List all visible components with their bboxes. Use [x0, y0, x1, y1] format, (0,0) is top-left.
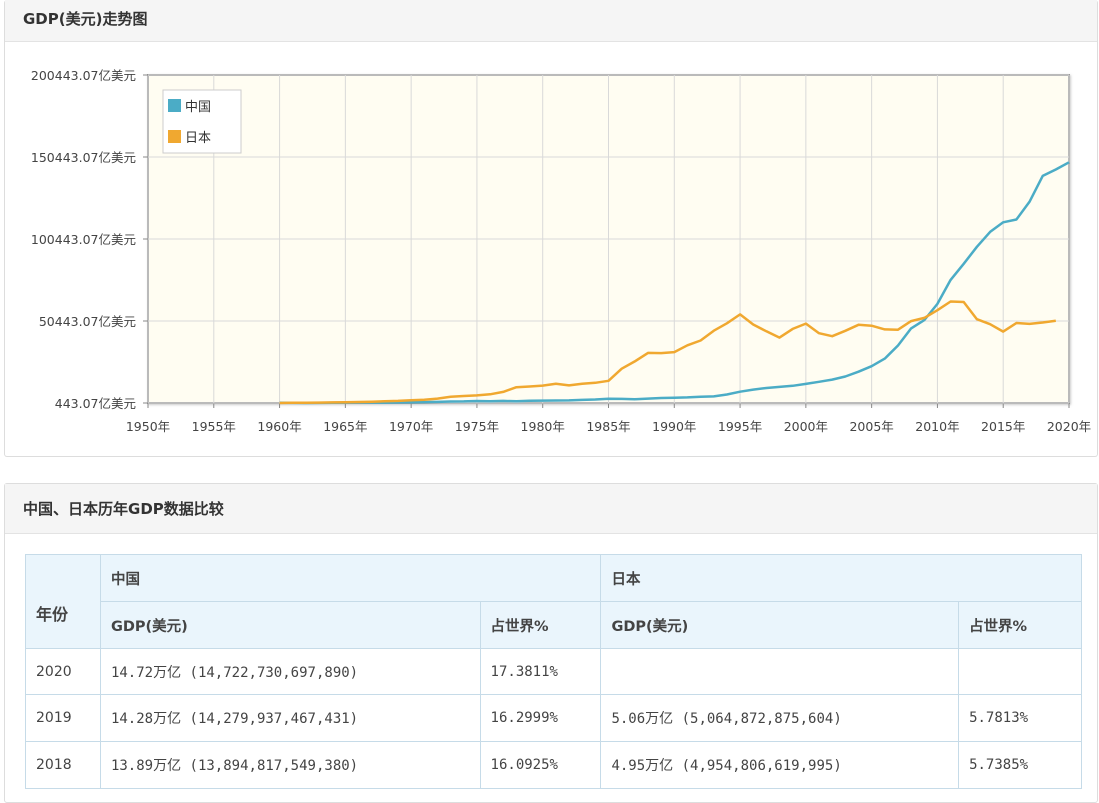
- row-china-share: 17.3811%: [479, 648, 602, 695]
- x-tick-label: 1995年: [718, 419, 762, 434]
- row-china-gdp: 13.89万亿 (13,894,817,549,380): [99, 741, 481, 789]
- row-year: 2019: [25, 694, 101, 742]
- x-tick-label: 1965年: [323, 419, 367, 434]
- table-row: 2020 14.72万亿 (14,722,730,697,890) 17.381…: [25, 648, 1082, 695]
- gdp-comparison-table: 年份 中国 日本 GDP(美元) 占世界% GDP(美元) 占世界% 2020 …: [25, 554, 1082, 789]
- row-japan-share: 5.7385%: [958, 741, 1082, 789]
- x-tick-label: 2020年: [1047, 419, 1091, 434]
- table-panel-title: 中国、日本历年GDP数据比较: [5, 484, 1097, 534]
- table-panel: 中国、日本历年GDP数据比较 年份 中国 日本 GDP(美元) 占世界% GDP…: [4, 483, 1098, 803]
- row-china-gdp: 14.72万亿 (14,722,730,697,890): [99, 648, 481, 695]
- year-column-header: 年份: [25, 554, 101, 649]
- gdp-line-chart: 443.07亿美元 50443.07亿美元 100443.07亿美元 150443.0…: [31, 68, 1091, 434]
- y-axis-labels: 443.07亿美元 50443.07亿美元 100443.07亿美元 150443.0…: [31, 68, 136, 411]
- x-tick-label: 2015年: [981, 419, 1025, 434]
- row-china-gdp: 14.28万亿 (14,279,937,467,431): [99, 694, 481, 742]
- x-tick-label: 1985年: [586, 419, 630, 434]
- legend-swatch-china: [168, 99, 181, 112]
- row-japan-gdp: [600, 648, 960, 695]
- table-row: 2018 13.89万亿 (13,894,817,549,380) 16.092…: [25, 741, 1082, 789]
- y-tick-label: 100443.07亿美元: [31, 232, 136, 247]
- row-china-share: 16.0925%: [479, 741, 602, 789]
- x-tick-label: 2010年: [915, 419, 959, 434]
- y-tick-label: 50443.07亿美元: [39, 314, 136, 329]
- japan-group-header: 日本: [600, 554, 1082, 602]
- x-tick-label: 1950年: [126, 419, 170, 434]
- x-axis-labels: 1950年 1955年 1960年 1965年 1970年 1975年 1980年 1985年…: [126, 419, 1091, 434]
- y-tick-label: 200443.07亿美元: [31, 68, 136, 83]
- china-share-header: 占世界%: [479, 601, 602, 649]
- row-japan-gdp: 4.95万亿 (4,954,806,619,995): [600, 741, 960, 789]
- x-tick-label: 1960年: [257, 419, 301, 434]
- row-year: 2018: [25, 741, 101, 789]
- row-japan-share: 5.7813%: [958, 694, 1082, 742]
- x-tick-label: 2005年: [849, 419, 893, 434]
- x-tick-label: 1970年: [389, 419, 433, 434]
- chart-legend[interactable]: 中国 日本: [162, 89, 242, 154]
- legend-swatch-japan: [168, 130, 181, 143]
- japan-gdp-header: GDP(美元): [600, 601, 960, 649]
- table-row: 2019 14.28万亿 (14,279,937,467,431) 16.299…: [25, 694, 1082, 742]
- china-gdp-header: GDP(美元): [99, 601, 481, 649]
- x-tick-label: 1980年: [521, 419, 565, 434]
- row-china-share: 16.2999%: [479, 694, 602, 742]
- japan-share-header: 占世界%: [958, 601, 1082, 649]
- row-year: 2020: [25, 648, 101, 695]
- china-group-header: 中国: [99, 554, 602, 602]
- x-tick-label: 1990年: [652, 419, 696, 434]
- x-tick-label: 1955年: [192, 419, 236, 434]
- y-tick-label: 150443.07亿美元: [31, 150, 136, 165]
- row-japan-share: [958, 648, 1082, 695]
- x-tick-label: 2000年: [784, 419, 828, 434]
- y-tick-label: 443.07亿美元: [55, 396, 136, 411]
- legend-label-japan: 日本: [185, 131, 211, 146]
- legend-label-china: 中国: [185, 100, 211, 115]
- row-japan-gdp: 5.06万亿 (5,064,872,875,604): [600, 694, 960, 742]
- x-tick-label: 1975年: [455, 419, 499, 434]
